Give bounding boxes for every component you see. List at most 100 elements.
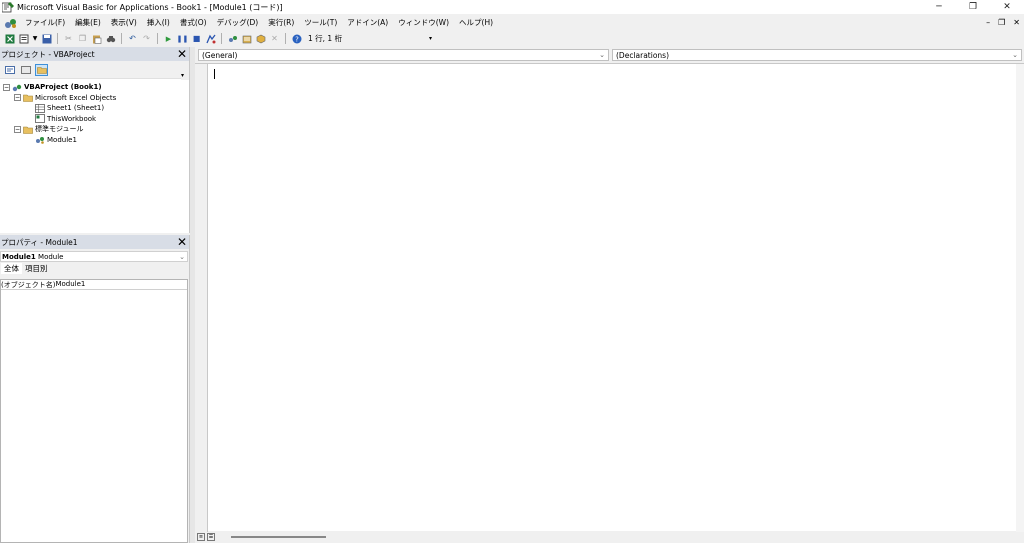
- break-icon[interactable]: ❚❚: [177, 33, 189, 44]
- menu-run[interactable]: 実行(R): [263, 17, 299, 28]
- menu-help[interactable]: ヘルプ(H): [454, 17, 498, 28]
- procedure-view-icon[interactable]: ≡: [197, 533, 205, 541]
- toggle-folders-icon[interactable]: [35, 63, 48, 76]
- toolbox-icon[interactable]: ✕: [269, 33, 280, 44]
- cut-icon[interactable]: ✂: [63, 33, 74, 44]
- design-mode-icon[interactable]: [205, 33, 216, 44]
- vbaproject-icon: [12, 84, 22, 91]
- minimize-icon[interactable]: ─: [922, 0, 956, 14]
- object-selector[interactable]: Module1 Module ⌄: [0, 251, 188, 262]
- code-editor[interactable]: [195, 63, 1024, 532]
- chevron-down-icon: ⌄: [179, 252, 185, 261]
- tree-node-thisworkbook[interactable]: ThisWorkbook: [0, 114, 189, 125]
- mdi-close-icon[interactable]: ✕: [1013, 18, 1020, 27]
- dropdown-arrow-icon[interactable]: ▼: [32, 33, 38, 44]
- restore-icon[interactable]: ❐: [956, 0, 990, 14]
- collapse-icon[interactable]: −: [14, 94, 21, 102]
- object-combo-value: (General): [202, 50, 238, 60]
- properties-pane-title: プロパティ - Module1: [1, 237, 78, 247]
- menu-addins[interactable]: アドイン(A): [342, 17, 393, 28]
- title-bar: Microsoft Visual Basic for Applications …: [0, 0, 1024, 14]
- menu-file[interactable]: ファイル(F): [20, 17, 70, 28]
- redo-icon[interactable]: ↷: [141, 33, 152, 44]
- module-icon: [36, 137, 44, 145]
- run-icon[interactable]: ▶: [163, 33, 174, 44]
- collapse-icon[interactable]: −: [3, 83, 10, 91]
- window-title: Microsoft Visual Basic for Applications …: [17, 2, 283, 12]
- menu-debug[interactable]: デバッグ(D): [212, 17, 264, 28]
- tree-node-vbaproject[interactable]: − VBAProject (Book1): [0, 82, 189, 93]
- project-tree: − VBAProject (Book1) − Microsoft Excel O…: [0, 79, 189, 145]
- undo-icon[interactable]: ↶: [127, 33, 138, 44]
- code-vertical-scrollbar[interactable]: [1016, 64, 1024, 532]
- tab-alphabetic[interactable]: 全体: [1, 263, 22, 274]
- object-browser-icon[interactable]: [255, 33, 266, 44]
- tree-label-vbaproject: VBAProject (Book1): [24, 83, 102, 92]
- chevron-down-icon: ⌄: [1012, 51, 1018, 59]
- view-code-icon[interactable]: [3, 64, 16, 76]
- paste-icon[interactable]: [91, 33, 102, 44]
- tree-node-excel-objects[interactable]: − Microsoft Excel Objects: [0, 93, 189, 104]
- full-module-view-icon[interactable]: ☰: [207, 533, 215, 541]
- text-caret: [214, 69, 215, 79]
- menu-format[interactable]: 書式(O): [175, 17, 212, 28]
- menu-tools[interactable]: ツール(T): [299, 17, 342, 28]
- mdi-minimize-icon[interactable]: –: [986, 18, 990, 27]
- standard-toolbar: ▼ ✂ ❐ ↶ ↷ ▶ ❚❚ ■ ✕ ? 1 行, 1 桁 ▾: [0, 31, 438, 46]
- folder-icon: [23, 126, 33, 134]
- tree-node-module1[interactable]: Module1: [0, 135, 189, 146]
- vba-menu-icon[interactable]: [4, 17, 18, 29]
- folder-icon: [23, 94, 33, 103]
- view-object-icon[interactable]: [19, 64, 32, 76]
- properties-icon[interactable]: [241, 33, 252, 44]
- project-explorer-icon[interactable]: [227, 33, 238, 44]
- chevron-down-icon: ⌄: [599, 51, 605, 59]
- procedure-combo[interactable]: (Declarations) ⌄: [612, 49, 1022, 61]
- tab-categorized[interactable]: 項目別: [22, 263, 51, 274]
- tree-node-std-modules[interactable]: − 標準モジュール: [0, 124, 189, 135]
- object-name: Module1: [2, 252, 36, 261]
- tree-label-thisworkbook: ThisWorkbook: [47, 114, 97, 123]
- margin-indicator-bar[interactable]: [195, 64, 208, 532]
- copy-icon[interactable]: ❐: [77, 33, 88, 44]
- project-pane-toolbar: [0, 61, 189, 79]
- close-icon[interactable]: ✕: [175, 47, 189, 61]
- close-icon[interactable]: ✕: [175, 235, 189, 249]
- insert-module-icon[interactable]: [18, 33, 29, 44]
- view-excel-icon[interactable]: [4, 33, 15, 44]
- object-type: Module: [38, 252, 64, 261]
- toolbar-separator: [57, 33, 58, 44]
- toolbar-overflow-icon[interactable]: ▾: [429, 35, 435, 45]
- tree-label-excel-objects: Microsoft Excel Objects: [35, 93, 117, 102]
- workbook-icon: [35, 114, 45, 124]
- properties-pane-header: プロパティ - Module1 ✕: [0, 235, 189, 249]
- toolbar-separator: [121, 33, 122, 44]
- toolbar-separator: [221, 33, 222, 44]
- toolbar-separator: [285, 33, 286, 44]
- tree-node-sheet1[interactable]: Sheet1 (Sheet1): [0, 103, 189, 114]
- tree-label-std-modules: 標準モジュール: [35, 125, 84, 134]
- menu-insert[interactable]: 挿入(I): [142, 17, 175, 28]
- reset-icon[interactable]: ■: [191, 33, 202, 44]
- property-value[interactable]: Module1: [55, 280, 85, 289]
- object-combo[interactable]: (General) ⌄: [198, 49, 609, 61]
- menu-edit[interactable]: 編集(E): [70, 17, 106, 28]
- collapse-icon[interactable]: −: [14, 125, 21, 133]
- close-icon[interactable]: ✕: [990, 0, 1024, 14]
- code-combos: (General) ⌄ (Declarations) ⌄: [195, 47, 1024, 63]
- menu-bar: ファイル(F) 編集(E) 表示(V) 挿入(I) 書式(O) デバッグ(D) …: [0, 14, 1024, 31]
- project-pane-scrollbar[interactable]: ▾: [181, 62, 189, 80]
- tree-label-module1: Module1: [47, 135, 77, 144]
- menu-window[interactable]: ウィンドウ(W): [393, 17, 454, 28]
- code-bottom-bar: ≡ ☰: [195, 531, 1024, 543]
- help-icon[interactable]: ?: [291, 33, 302, 44]
- worksheet-icon: [35, 103, 45, 113]
- menu-view[interactable]: 表示(V): [106, 17, 142, 28]
- find-icon[interactable]: [105, 33, 116, 44]
- properties-pane: プロパティ - Module1 ✕ Module1 Module ⌄ 全体 項目…: [0, 235, 190, 543]
- save-icon[interactable]: [41, 33, 52, 44]
- property-row[interactable]: (オブジェクト名) Module1: [1, 280, 187, 290]
- mdi-restore-icon[interactable]: ❐: [998, 18, 1005, 27]
- horizontal-scrollbar-thumb[interactable]: [231, 536, 326, 538]
- properties-tabs: 全体 項目別: [0, 262, 189, 274]
